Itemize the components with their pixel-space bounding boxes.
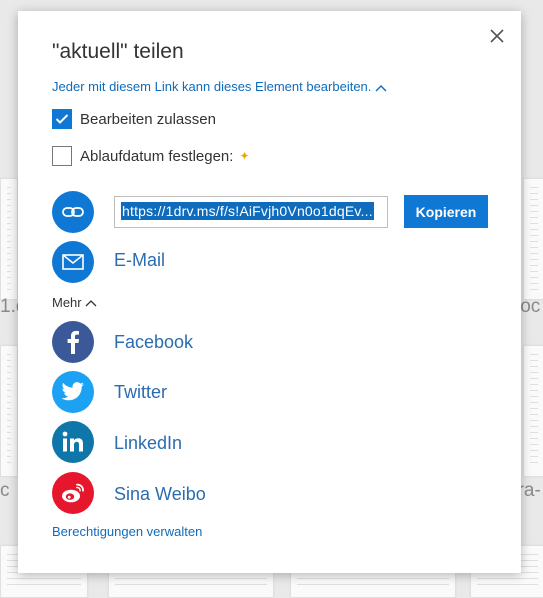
background-file-label: c (0, 480, 10, 501)
expiry-checkbox[interactable] (52, 146, 72, 166)
linkedin-icon (62, 431, 83, 452)
twitter-icon (61, 382, 84, 401)
share-link-field[interactable]: https://1drv.ms/f/s!AiFvjh0Vn0o1dqEv... (114, 196, 388, 228)
email-icon-button[interactable] (52, 241, 94, 283)
facebook-icon (67, 330, 79, 354)
checkmark-icon (55, 114, 69, 124)
envelope-icon (62, 254, 84, 270)
sina-weibo-icon-button[interactable] (52, 472, 94, 514)
more-toggle[interactable]: Mehr (52, 295, 97, 310)
manage-permissions-link[interactable]: Berechtigungen verwalten (52, 524, 202, 539)
permission-link-text: Jeder mit diesem Link kann dieses Elemen… (52, 79, 372, 94)
linkedin-link[interactable]: LinkedIn (114, 433, 182, 454)
allow-edit-row: Bearbeiten zulassen (52, 109, 216, 129)
linkedin-icon-button[interactable] (52, 421, 94, 463)
premium-star-icon: ✦ (239, 149, 250, 163)
email-link[interactable]: E-Mail (114, 250, 165, 271)
background-document-thumbnail (0, 345, 18, 477)
sina-weibo-link[interactable]: Sina Weibo (114, 484, 206, 505)
allow-edit-checkbox[interactable] (52, 109, 72, 129)
chevron-up-icon (85, 299, 97, 306)
more-label: Mehr (52, 295, 82, 310)
allow-edit-label: Bearbeiten zulassen (80, 110, 216, 128)
expiry-row: Ablaufdatum festlegen: ✦ (52, 146, 250, 166)
link-icon (62, 207, 84, 217)
close-icon (490, 29, 504, 43)
copy-link-icon-button[interactable] (52, 191, 94, 233)
facebook-icon-button[interactable] (52, 321, 94, 363)
facebook-link[interactable]: Facebook (114, 332, 193, 353)
twitter-icon-button[interactable] (52, 371, 94, 413)
background-document-thumbnail (0, 178, 18, 300)
dialog-title: "aktuell" teilen (52, 40, 184, 63)
expiry-label: Ablaufdatum festlegen: (80, 147, 234, 165)
close-button[interactable] (487, 26, 507, 46)
background-document-thumbnail (523, 178, 543, 300)
permission-link[interactable]: Jeder mit diesem Link kann dieses Elemen… (52, 79, 387, 94)
sina-weibo-icon (62, 483, 84, 503)
share-link-url: https://1drv.ms/f/s!AiFvjh0Vn0o1dqEv... (121, 202, 374, 220)
share-dialog: "aktuell" teilen Jeder mit diesem Link k… (18, 11, 521, 573)
twitter-link[interactable]: Twitter (114, 382, 167, 403)
chevron-up-icon (375, 84, 387, 91)
copy-button[interactable]: Kopieren (404, 195, 488, 228)
background-document-thumbnail (523, 345, 543, 477)
